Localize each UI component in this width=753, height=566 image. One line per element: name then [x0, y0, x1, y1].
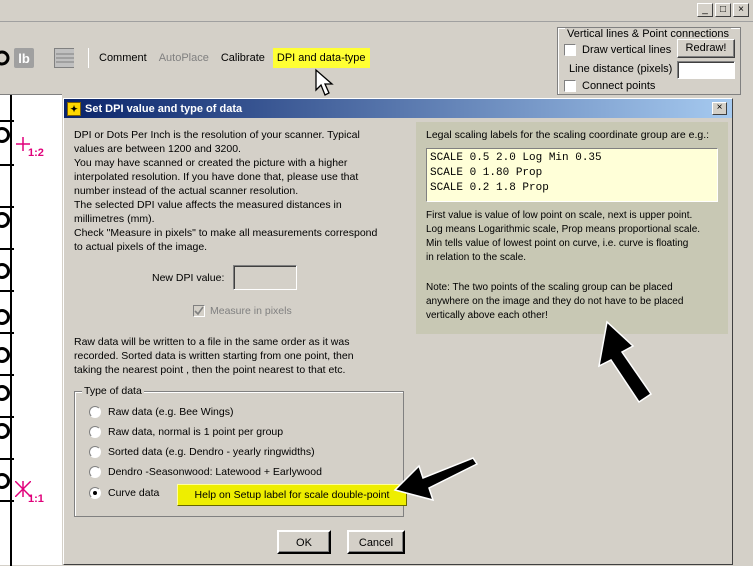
- option-curve-data[interactable]: Curve data: [89, 487, 159, 499]
- explain-line: in relation to the scale.: [426, 252, 527, 263]
- redraw-button[interactable]: Redraw!: [677, 39, 735, 58]
- lb-icon[interactable]: lb: [14, 48, 34, 68]
- option-label: Raw data, normal is 1 point per group: [108, 426, 284, 438]
- raw-data-text: Raw data will be written to a file in th…: [74, 335, 409, 377]
- ruler-tick: [0, 164, 14, 166]
- ruler-tick: [0, 458, 14, 460]
- calibrate-button[interactable]: Calibrate: [217, 48, 269, 68]
- intro-line: interpolated resolution. If you have don…: [74, 171, 359, 183]
- toolbar-separator: [88, 48, 89, 68]
- annotation-arrow-icon: [597, 320, 653, 404]
- radio-button[interactable]: [89, 406, 101, 418]
- intro-line: Check "Measure in pixels" to make all me…: [74, 227, 378, 239]
- option-dendro-seasonwood[interactable]: Dendro -Seasonwood: Latewood + Earlywood: [89, 466, 322, 478]
- scale-example: SCALE 0.5 2.0 Log Min 0.35: [430, 152, 602, 164]
- type-of-data-title: Type of data: [82, 385, 144, 397]
- circle-icon[interactable]: [0, 48, 10, 68]
- autoplace-button[interactable]: AutoPlace: [155, 48, 213, 68]
- dialog-title: Set DPI value and type of data: [85, 102, 243, 115]
- explain-line: First value is value of low point on sca…: [426, 210, 693, 221]
- scale-label-top: 1:2: [28, 147, 44, 159]
- intro-line: The selected DPI value affects the measu…: [74, 199, 342, 211]
- intro-line: millimetres (mm).: [74, 213, 155, 225]
- close-button[interactable]: ×: [733, 3, 749, 17]
- line-distance-label: Line distance (pixels): [569, 63, 673, 75]
- radio-button[interactable]: [89, 426, 101, 438]
- option-label: Sorted data (e.g. Dendro - yearly ringwi…: [108, 446, 315, 458]
- dpi-value-input[interactable]: [233, 265, 297, 290]
- connect-points-checkbox[interactable]: [564, 80, 576, 92]
- ruler-tick: [0, 332, 14, 334]
- scale-note-text: Note: The two points of the scaling grou…: [426, 281, 726, 323]
- window-controls: _ □ ×: [697, 3, 749, 17]
- type-of-data-group: Type of data Raw data (e.g. Bee Wings) R…: [74, 385, 407, 517]
- mouse-pointer-icon: [315, 68, 334, 96]
- comment-button[interactable]: Comment: [95, 48, 151, 68]
- dialog-app-icon: ✦: [67, 101, 81, 116]
- radio-button-selected[interactable]: [89, 487, 101, 499]
- dpi-intro-text: DPI or Dots Per Inch is the resolution o…: [74, 128, 409, 254]
- ok-button[interactable]: OK: [277, 530, 331, 554]
- measure-in-pixels-checkbox[interactable]: [193, 305, 205, 317]
- vertical-lines-group: Vertical lines & Point connections Draw …: [557, 27, 741, 95]
- note-line: anywhere on the image and they do not ha…: [426, 296, 684, 307]
- dialog-title-bar[interactable]: ✦ Set DPI value and type of data: [64, 99, 732, 118]
- intro-line: DPI or Dots Per Inch is the resolution o…: [74, 129, 360, 141]
- raw-line: taking the nearest point , then the poin…: [74, 364, 346, 376]
- app-menu-strip: _ □ ×: [0, 0, 753, 22]
- ruler-tick: [0, 120, 14, 122]
- ruler-tick: [0, 206, 14, 208]
- scale-example: SCALE 0 1.80 Prop: [430, 167, 543, 179]
- image-canvas[interactable]: 1:2 1:1: [0, 94, 62, 566]
- note-line: vertically above each other!: [426, 310, 548, 321]
- option-raw-data-normal[interactable]: Raw data, normal is 1 point per group: [89, 426, 283, 438]
- note-line: Note: The two points of the scaling grou…: [426, 282, 673, 293]
- option-label: Dendro -Seasonwood: Latewood + Earlywood: [108, 466, 322, 478]
- intro-line: number instead of the actual scanner res…: [74, 185, 299, 197]
- connect-points-label: Connect points: [582, 80, 656, 92]
- legal-labels-title: Legal scaling labels for the scaling coo…: [426, 129, 710, 141]
- draw-vertical-lines-label: Draw vertical lines: [582, 44, 672, 56]
- explain-line: Log means Logarithmic scale, Prop means …: [426, 224, 701, 235]
- minimize-button[interactable]: _: [697, 3, 713, 17]
- option-label: Raw data (e.g. Bee Wings): [108, 406, 234, 418]
- option-label: Curve data: [108, 487, 160, 499]
- ruler-tick: [0, 374, 14, 376]
- radio-button[interactable]: [89, 466, 101, 478]
- raw-line: recorded. Sorted data is written startin…: [74, 350, 354, 362]
- draw-vertical-lines-checkbox[interactable]: [564, 44, 576, 56]
- cancel-button[interactable]: Cancel: [347, 530, 405, 554]
- measure-in-pixels-row: Measure in pixels: [193, 305, 292, 317]
- annotation-arrow-icon: [393, 457, 479, 502]
- radio-button[interactable]: [89, 446, 101, 458]
- ruler-tick: [0, 500, 14, 502]
- scale-explanation-text: First value is value of low point on sca…: [426, 209, 726, 265]
- toolbar: lb Comment AutoPlace Calibrate DPI and d…: [0, 38, 560, 78]
- option-raw-data[interactable]: Raw data (e.g. Bee Wings): [89, 406, 233, 418]
- intro-line: to actual pixels of the image.: [74, 241, 208, 253]
- ruler-tick: [0, 416, 14, 418]
- ruler-tick: [0, 248, 14, 250]
- raw-line: Raw data will be written to a file in th…: [74, 336, 350, 348]
- measure-in-pixels-label: Measure in pixels: [210, 305, 292, 317]
- option-sorted-data[interactable]: Sorted data (e.g. Dendro - yearly ringwi…: [89, 446, 315, 458]
- ruler-tick: [0, 290, 14, 292]
- scale-example: SCALE 0.2 1.8 Prop: [430, 182, 549, 194]
- dpi-data-type-button[interactable]: DPI and data-type: [272, 48, 370, 68]
- maximize-button[interactable]: □: [715, 3, 731, 17]
- grid-icon[interactable]: [54, 48, 74, 68]
- explain-line: Min tells value of lowest point on curve…: [426, 238, 689, 249]
- intro-line: values are between 1200 and 3200.: [74, 143, 241, 155]
- scale-label-bottom: 1:1: [28, 493, 44, 505]
- help-scale-double-point-button[interactable]: Help on Setup label for scale double-poi…: [177, 484, 407, 506]
- intro-line: You may have scanned or created the pict…: [74, 157, 348, 169]
- dialog-close-button[interactable]: ×: [712, 102, 727, 115]
- dpi-value-label: New DPI value:: [152, 272, 225, 284]
- line-distance-input[interactable]: [677, 61, 735, 79]
- scale-examples-box: SCALE 0.5 2.0 Log Min 0.35 SCALE 0 1.80 …: [426, 148, 718, 202]
